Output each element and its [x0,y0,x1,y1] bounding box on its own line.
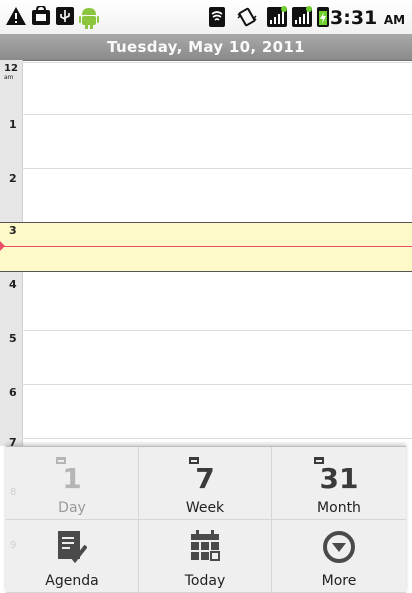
hour-label: 7 [9,436,17,446]
hour-label: 1 [9,118,17,131]
hour-label: 2 [9,172,17,185]
menu-item-week[interactable]: 7 Week [139,447,272,520]
hour-separator [22,384,412,385]
usb-icon [56,7,74,25]
android-market-icon [32,6,50,25]
menu-item-label: Month [317,500,361,516]
menu-item-label: Day [58,500,86,516]
current-time-line [0,246,412,247]
menu-item-month[interactable]: 31 Month [272,447,406,520]
calendar-month-icon: 31 [272,457,406,495]
hour-separator [22,114,412,115]
menu-item-day[interactable]: 1 Day [6,447,139,520]
menu-item-today[interactable]: Today [139,520,272,593]
options-menu: 8 9 1 Day 7 Week 31 Month Agenda Today M… [6,446,406,593]
hour-label: 12 am [4,63,18,82]
hour-separator [22,438,412,439]
hour-separator [22,62,412,63]
vibrate-icon [237,7,257,27]
clock-time: 3:31 [330,7,378,29]
menu-item-label: Agenda [45,573,99,589]
hour-label: 4 [9,278,17,291]
today-icon [139,530,271,568]
hour-label: 3 [9,224,17,237]
current-time-marker [0,241,5,251]
warning-icon [6,7,26,25]
hour-label: 6 [9,386,17,399]
signal-icon [267,6,287,27]
hour-separator [22,330,412,331]
date-header: Tuesday, May 10, 2011 [0,34,412,61]
status-bar: 3:31 AM [0,0,412,35]
clock-ampm: AM [383,13,406,27]
menu-item-label: Week [185,500,225,516]
battery-charging-icon [317,7,329,27]
menu-item-agenda[interactable]: Agenda [6,520,139,593]
current-hour-highlight[interactable] [0,222,412,272]
signal-icon [292,6,312,27]
agenda-icon [6,530,138,568]
wifi-icon [209,7,225,27]
more-icon [272,530,406,568]
hour-separator [22,168,412,169]
menu-item-label: More [321,573,357,589]
menu-item-label: Today [184,573,226,589]
hour-label: 5 [9,332,17,345]
android-icon [79,8,99,29]
clock: 3:31 AM [330,7,405,29]
day-view-grid[interactable]: 12 am 1 2 3 4 5 6 7 [0,60,412,446]
calendar-day-icon: 1 [6,457,138,495]
calendar-week-icon: 7 [139,457,271,495]
menu-item-more[interactable]: More [272,520,406,593]
